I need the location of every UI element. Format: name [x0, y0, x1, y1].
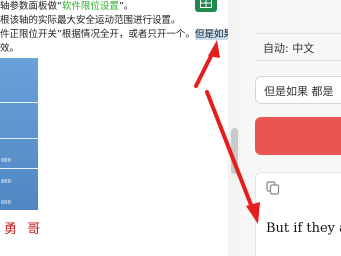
- source-text-input[interactable]: 但是如果 都是: [255, 76, 341, 104]
- image-number: 000: [1, 158, 11, 164]
- document-pane: 轴参数面板做“软件限位设置”。 根该轴的实际最大安全运动范围进行设置。 件正限位…: [0, 0, 228, 256]
- doc-line-3: 件正限位开关”根据情况全开，或者只开一个。但是如果: [0, 28, 228, 41]
- embedded-screenshot: 000 000 000: [0, 58, 38, 210]
- author-stamp: 勇 哥: [4, 222, 44, 237]
- source-text-value: 但是如果 都是: [264, 85, 334, 98]
- translator-panel: 自动: 中文 但是如果 都是 But if they a: [241, 0, 341, 256]
- image-number: 000: [1, 179, 11, 185]
- translation-result-card: But if they a: [255, 172, 341, 256]
- image-divider: [0, 102, 38, 103]
- doc-line-4: 效。: [0, 43, 20, 54]
- doc-line-1: 轴参数面板做“软件限位设置”。: [0, 0, 133, 13]
- copy-icon[interactable]: [266, 181, 280, 195]
- doc-line-1-prefix: 轴参数面板做“: [0, 1, 62, 12]
- image-divider: [0, 168, 38, 169]
- translate-button[interactable]: [255, 117, 341, 155]
- selected-text[interactable]: 但是如果: [194, 29, 228, 40]
- language-select-value: 自动: 中文: [263, 42, 315, 55]
- language-select[interactable]: 自动: 中文: [255, 33, 341, 61]
- image-divider: [0, 138, 38, 139]
- doc-line-2: 根该轴的实际最大安全运动范围进行设置。: [0, 15, 181, 26]
- translation-result-text: But if they a: [266, 221, 341, 236]
- scrollbar-thumb[interactable]: [231, 128, 238, 174]
- image-number: 000: [1, 200, 11, 206]
- software-limit-link[interactable]: 软件限位设置: [62, 1, 119, 12]
- spreadsheet-icon[interactable]: [195, 0, 217, 12]
- doc-line-1-suffix: ”。: [118, 1, 134, 12]
- doc-line-3-text: 件正限位开关”根据情况全开，或者只开一个。: [0, 29, 195, 40]
